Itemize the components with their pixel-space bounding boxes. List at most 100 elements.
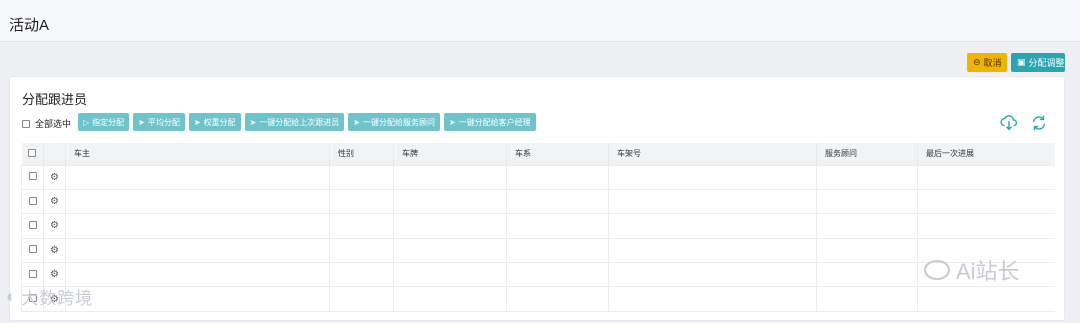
table-row[interactable]: ⚙ (21, 164, 1055, 190)
column-header[interactable]: 车主 (65, 143, 330, 165)
table-cell (65, 164, 330, 190)
row-checkbox[interactable] (28, 172, 37, 181)
table-cell (65, 262, 330, 288)
table-cell (393, 188, 507, 215)
table-cell (65, 188, 330, 215)
table-cell (917, 188, 1055, 215)
column-header[interactable]: 车牌 (393, 143, 507, 165)
action-label: 一键分配给上次跟进员 (259, 117, 340, 127)
table-cell (65, 286, 330, 312)
play-icon: ▷ (83, 117, 90, 127)
table-cell (506, 164, 609, 190)
assign-last-follower-button[interactable]: ➤ 一键分配给上次跟进员 (244, 113, 345, 131)
table-row[interactable]: ⚙ (21, 286, 1055, 312)
refresh-icon[interactable] (1030, 114, 1048, 132)
table-cell (917, 213, 1055, 239)
row-checkbox-cell (21, 188, 44, 215)
panel-title: 分配跟进员 (22, 92, 88, 107)
column-header[interactable]: 服务顾问 (816, 143, 918, 165)
row-settings-cell: ⚙ (43, 164, 66, 190)
column-header[interactable]: 最后一次进展 (917, 143, 1055, 165)
table-row[interactable]: ⚙ (21, 188, 1055, 215)
table-cell (393, 237, 507, 264)
row-checkbox[interactable] (28, 269, 37, 278)
table-cell (608, 188, 817, 215)
send-icon: ➤ (138, 117, 145, 127)
page-header: 活动A (0, 0, 1080, 42)
column-header[interactable]: 车架号 (608, 143, 817, 165)
table-cell (816, 262, 918, 288)
table-cell (393, 286, 507, 312)
table-cell (608, 164, 817, 190)
column-header[interactable]: 性别 (329, 143, 394, 165)
table-cell (329, 262, 394, 288)
assign-average-button[interactable]: ➤ 平均分配 (133, 113, 185, 131)
table-cell (816, 164, 918, 190)
table-cell (816, 188, 918, 215)
action-label: 一键分配给服务顾问 (362, 117, 435, 127)
cloud-download-icon[interactable] (1000, 114, 1018, 132)
gear-icon[interactable]: ⚙ (50, 196, 59, 207)
watermark-left: ◐ 大数跨境 (6, 284, 93, 309)
action-label: 权重分配 (203, 117, 236, 127)
table-header: 车主 性别 车牌 车系 车架号 服务顾问 最后一次进展 (21, 143, 1055, 165)
row-checkbox[interactable] (28, 245, 37, 254)
table-cell (393, 262, 507, 288)
table-cell (65, 237, 330, 264)
adjust-allocation-button[interactable]: ▣ 分配调整 (1011, 53, 1065, 72)
table-cell (329, 237, 394, 264)
adjust-icon: ▣ (1017, 57, 1026, 67)
cancel-icon: ⊖ (973, 57, 981, 67)
header-checkbox-cell (21, 143, 44, 165)
table-row[interactable]: ⚙ (21, 262, 1055, 288)
action-label: 指定分配 (92, 117, 125, 127)
table-cell (329, 164, 394, 190)
watermark-right: Ai站长 (924, 254, 1020, 286)
table-cell (393, 164, 507, 190)
action-toolbar: ▷ 指定分配 ➤ 平均分配 ➤ 权重分配 ➤ 一键分配给上次跟进员 ➤ 一键分配… (78, 113, 536, 131)
row-settings-cell: ⚙ (43, 213, 66, 239)
table-cell (506, 237, 609, 264)
column-header[interactable]: 车系 (506, 143, 609, 165)
select-all-label: 全部选中 (35, 119, 72, 129)
row-checkbox[interactable] (28, 220, 37, 229)
row-settings-cell: ⚙ (43, 237, 66, 264)
gear-icon[interactable]: ⚙ (50, 220, 59, 231)
action-label: 一键分配给客户经理 (458, 117, 531, 127)
table-cell (816, 237, 918, 264)
gear-icon[interactable]: ⚙ (50, 245, 59, 256)
select-all[interactable]: 全部选中 (22, 117, 71, 130)
table-cell (917, 286, 1055, 312)
header-gear-cell (43, 143, 66, 165)
gear-icon[interactable]: ⚙ (50, 172, 59, 183)
table-cell (917, 164, 1055, 190)
table-cell (329, 286, 394, 312)
assign-service-advisor-button[interactable]: ➤ 一键分配给服务顾问 (348, 113, 440, 131)
cancel-button[interactable]: ⊖ 取消 (967, 53, 1007, 72)
table-row[interactable]: ⚙ (21, 237, 1055, 264)
gear-icon[interactable]: ⚙ (50, 269, 59, 280)
assign-account-manager-button[interactable]: ➤ 一键分配给客户经理 (443, 113, 536, 131)
header-checkbox[interactable] (28, 148, 37, 157)
wechat-icon (924, 260, 950, 280)
watermark-left-text: 大数跨境 (21, 289, 94, 308)
assign-weighted-button[interactable]: ➤ 权重分配 (188, 113, 241, 131)
send-icon: ➤ (353, 117, 360, 127)
select-all-checkbox[interactable] (22, 119, 30, 128)
send-icon: ➤ (193, 117, 201, 127)
table-cell (65, 213, 330, 239)
row-checkbox-cell (21, 213, 44, 239)
table-cell (608, 237, 817, 264)
row-checkbox[interactable] (28, 196, 37, 205)
table-cell (608, 286, 817, 312)
adjust-label: 分配调整 (1028, 58, 1065, 68)
table-row[interactable]: ⚙ (21, 213, 1055, 239)
assign-specified-button[interactable]: ▷ 指定分配 (78, 113, 130, 131)
cancel-label: 取消 (983, 58, 1002, 68)
send-icon: ➤ (448, 117, 456, 127)
send-icon: ➤ (249, 117, 257, 127)
data-table: 车主 性别 车牌 车系 车架号 服务顾问 最后一次进展 ⚙ ⚙ ⚙ ⚙ ⚙ ⚙ (21, 143, 1055, 323)
table-cell (506, 213, 609, 239)
page-title: 活动A (9, 17, 50, 34)
row-settings-cell: ⚙ (43, 188, 66, 215)
